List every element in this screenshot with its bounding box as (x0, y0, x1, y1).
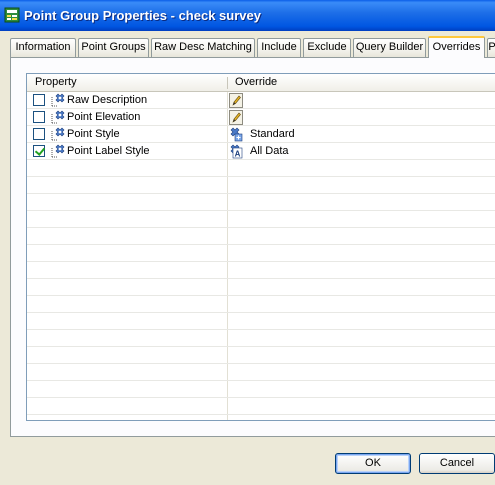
empty-row (27, 228, 495, 245)
pencil-icon[interactable] (229, 93, 243, 108)
empty-row (27, 211, 495, 228)
point-property-icon (51, 93, 65, 107)
table-row[interactable]: Raw Description (27, 92, 495, 109)
table-row[interactable]: Point Label Style A All Data (27, 143, 495, 160)
tab-point-groups[interactable]: Point Groups (78, 38, 149, 57)
empty-row (27, 313, 495, 330)
grid-header: Property Override (27, 74, 495, 92)
table-row[interactable]: Point Style Standard (27, 126, 495, 143)
empty-row (27, 177, 495, 194)
empty-row (27, 296, 495, 313)
pencil-icon[interactable] (229, 110, 243, 125)
override-value[interactable]: All Data (250, 145, 289, 157)
title-bar[interactable]: Point Group Properties - check survey (0, 0, 495, 31)
override-checkbox[interactable] (33, 128, 45, 140)
point-style-icon[interactable] (229, 127, 243, 142)
cancel-button[interactable]: Cancel (419, 453, 495, 474)
empty-row (27, 347, 495, 364)
empty-row (27, 262, 495, 279)
tab-exclude[interactable]: Exclude (303, 38, 351, 57)
overrides-grid[interactable]: Property Override Raw Description Point E… (26, 73, 495, 421)
tab-information[interactable]: Information (10, 38, 76, 57)
property-label: Point Style (67, 128, 120, 140)
empty-row (27, 364, 495, 381)
app-icon (4, 7, 20, 23)
empty-row (27, 194, 495, 211)
point-property-icon (51, 110, 65, 124)
empty-row (27, 330, 495, 347)
override-checkbox[interactable] (33, 111, 45, 123)
window-title: Point Group Properties - check survey (24, 8, 261, 23)
column-header-override[interactable]: Override (235, 76, 277, 88)
override-checkbox[interactable] (33, 94, 45, 106)
property-label: Point Label Style (67, 145, 150, 157)
tab-raw-desc-matching[interactable]: Raw Desc Matching (151, 38, 255, 57)
point-property-icon (51, 127, 65, 141)
table-row[interactable]: Point Elevation (27, 109, 495, 126)
tab-include[interactable]: Include (257, 38, 301, 57)
point-property-icon (51, 144, 65, 158)
empty-row (27, 398, 495, 415)
svg-text:A: A (235, 150, 241, 159)
empty-row (27, 279, 495, 296)
label-style-icon[interactable]: A (229, 144, 243, 159)
property-label: Raw Description (67, 94, 148, 106)
tab-query-builder[interactable]: Query Builder (353, 38, 426, 57)
override-value[interactable]: Standard (250, 128, 295, 140)
tab-strip: Information Point Groups Raw Desc Matchi… (10, 36, 495, 58)
empty-row (27, 160, 495, 177)
property-label: Point Elevation (67, 111, 141, 123)
tab-overrides[interactable]: Overrides (428, 36, 485, 58)
empty-row (27, 381, 495, 398)
tab-partial[interactable]: P (487, 38, 495, 57)
column-header-property[interactable]: Property (35, 76, 77, 88)
override-checkbox[interactable] (33, 145, 45, 157)
empty-row (27, 245, 495, 262)
column-separator[interactable] (227, 77, 228, 89)
ok-button[interactable]: OK (335, 453, 411, 474)
